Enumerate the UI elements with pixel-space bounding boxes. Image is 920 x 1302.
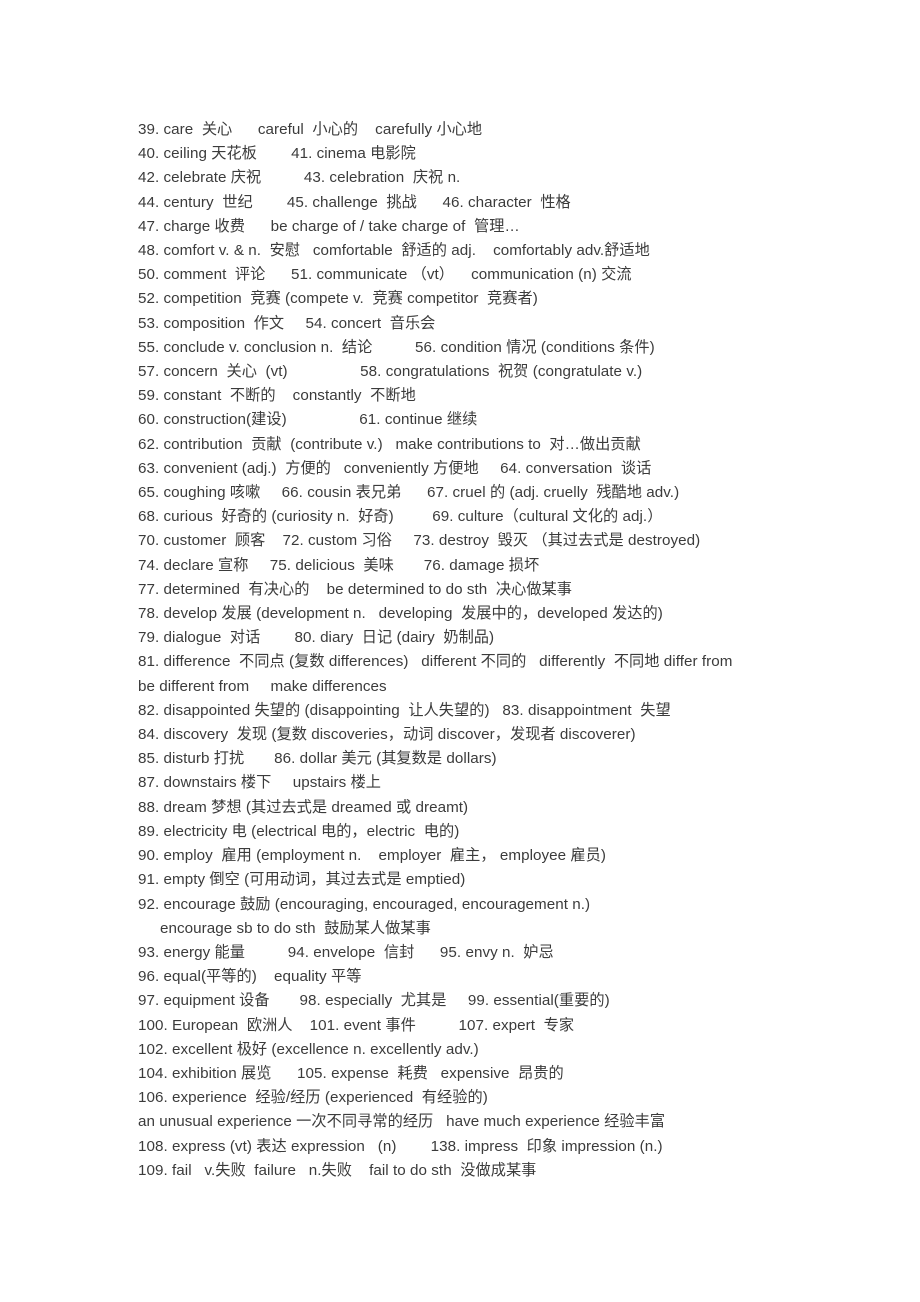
list-item: 81. difference 不同点 (复数 differences) diff… (138, 653, 733, 671)
list-item: 65. coughing 咳嗽 66. cousin 表兄弟 67. cruel… (138, 484, 680, 502)
list-item: 109. fail v.失败 failure n.失败 fail to do s… (138, 1161, 537, 1179)
list-item: 39. care 关心 careful 小心的 carefully 小心地 (138, 121, 483, 138)
list-item: 70. customer 顾客 72. custom 习俗 73. destro… (138, 532, 701, 550)
list-item: 59. constant 不断的 constantly 不断地 (138, 387, 416, 405)
list-item: 96. equal(平等的) equality 平等 (138, 968, 362, 986)
list-item: 60. construction(建设) 61. continue 继续 (138, 411, 478, 429)
list-item: 91. empty 倒空 (可用动词，其过去式是 emptied) (138, 871, 466, 889)
list-item: 104. exhibition 展览 105. expense 耗费 expen… (138, 1064, 564, 1082)
list-item-continuation: an unusual experience 一次不同寻常的经历 have muc… (138, 1113, 666, 1131)
list-item: 87. downstairs 楼下 upstairs 楼上 (138, 774, 382, 792)
list-item: 108. express (vt) 表达 expression (n) 138.… (138, 1137, 663, 1155)
list-item: 102. excellent 极好 (excellence n. excelle… (138, 1040, 479, 1058)
list-item: 92. encourage 鼓励 (encouraging, encourage… (138, 895, 591, 913)
list-item-continuation: encourage sb to do sth 鼓励某人做某事 (160, 919, 431, 937)
list-item: 63. convenient (adj.) 方便的 conveniently 方… (138, 459, 652, 477)
list-item: 48. comfort v. & n. 安慰 comfortable 舒适的 a… (138, 242, 650, 260)
vocabulary-list: 39. care 关心 careful 小心的 carefully 小心地 40… (138, 118, 920, 1183)
list-item: 42. celebrate 庆祝 43. celebration 庆祝 n. (138, 169, 461, 187)
list-item: 62. contribution 贡献 (contribute v.) make… (138, 435, 641, 453)
list-item: 78. develop 发展 (development n. developin… (138, 605, 663, 623)
list-item: 57. concern 关心 (vt) 58. congratulations … (138, 363, 643, 381)
list-item: 77. determined 有决心的 be determined to do … (138, 580, 573, 598)
list-item: 52. competition 竞赛 (compete v. 竞赛 compet… (138, 290, 538, 308)
list-item: 97. equipment 设备 98. especially 尤其是 99. … (138, 992, 610, 1010)
list-item: 47. charge 收费 be charge of / take charge… (138, 217, 520, 235)
list-item: 53. composition 作文 54. concert 音乐会 (138, 314, 436, 332)
list-item: 85. disturb 打扰 86. dollar 美元 (其复数是 dolla… (138, 750, 497, 768)
list-item-continuation: be different from make differences (138, 677, 387, 695)
list-item: 82. disappointed 失望的 (disappointing 让人失望… (138, 701, 671, 719)
list-item: 50. comment 评论 51. communicate （vt） comm… (138, 266, 632, 284)
list-item: 40. ceiling 天花板 41. cinema 电影院 (138, 145, 416, 163)
list-item: 93. energy 能量 94. envelope 信封 95. envy n… (138, 943, 554, 961)
list-item: 55. conclude v. conclusion n. 结论 56. con… (138, 338, 655, 356)
list-item: 89. electricity 电 (electrical 电的，electri… (138, 822, 460, 840)
list-item: 44. century 世纪 45. challenge 挑战 46. char… (138, 193, 571, 211)
list-item: 88. dream 梦想 (其过去式是 dreamed 或 dreamt) (138, 798, 469, 816)
list-item: 90. employ 雇用 (employment n. employer 雇主… (138, 847, 607, 865)
list-item: 68. curious 好奇的 (curiosity n. 好奇) 69. cu… (138, 508, 663, 526)
list-item: 79. dialogue 对话 80. diary 日记 (dairy 奶制品) (138, 629, 495, 647)
document-page: 39. care 关心 careful 小心的 carefully 小心地 40… (0, 0, 920, 1302)
list-item: 74. declare 宣称 75. delicious 美味 76. dama… (138, 556, 540, 574)
list-item: 84. discovery 发现 (复数 discoveries，动词 disc… (138, 726, 636, 744)
list-item: 100. European 欧洲人 101. event 事件 107. exp… (138, 1016, 575, 1034)
list-item: 106. experience 经验/经历 (experienced 有经验的) (138, 1089, 488, 1107)
